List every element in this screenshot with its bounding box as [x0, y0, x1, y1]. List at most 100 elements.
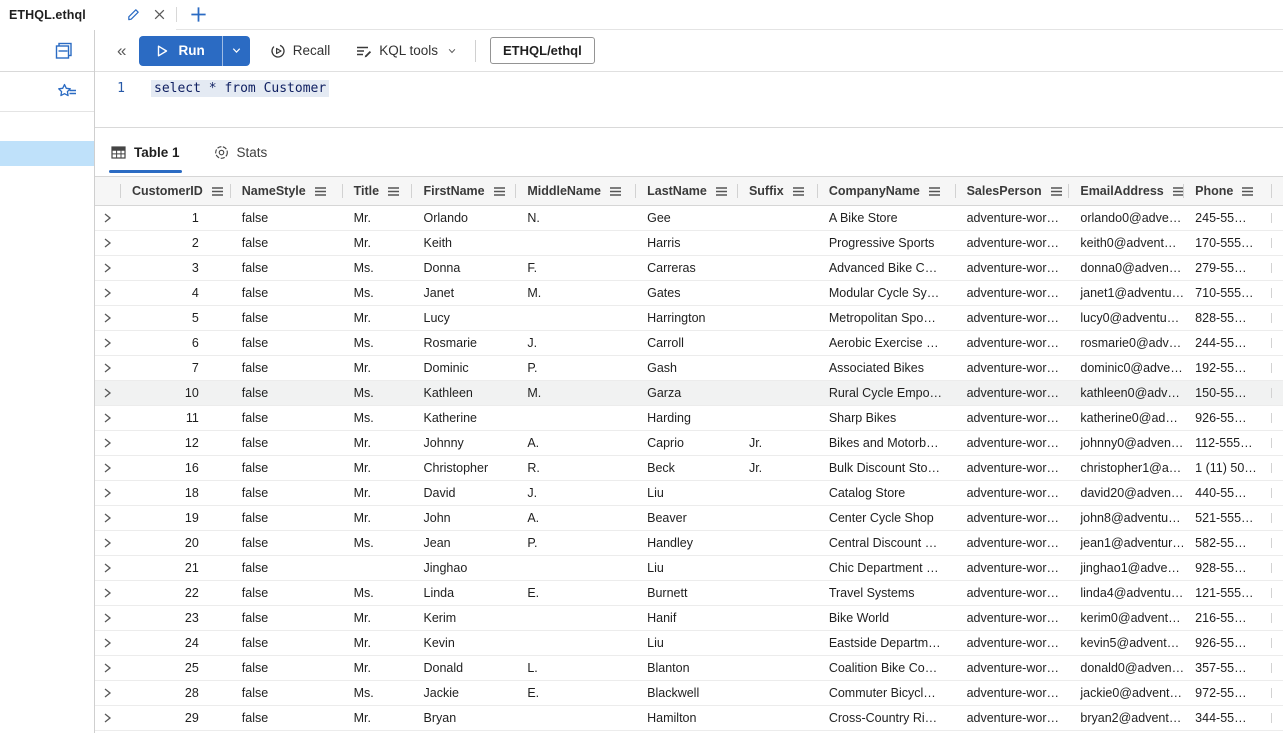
- pencil-icon[interactable]: [126, 7, 141, 22]
- sidebar-selected-item[interactable]: [0, 141, 94, 166]
- cell-namestyle: false: [230, 231, 342, 255]
- header-cell-lastname[interactable]: LastName: [635, 177, 737, 205]
- table-row[interactable]: 20falseMs.JeanP.HandleyCentral Discount …: [95, 531, 1283, 556]
- tab-stats[interactable]: Stats: [212, 128, 270, 176]
- table-row[interactable]: 12falseMr.JohnnyA.CaprioJr.Bikes and Mot…: [95, 431, 1283, 456]
- table-row[interactable]: 16falseMr.ChristopherR.BeckJr.Bulk Disco…: [95, 456, 1283, 481]
- table-row[interactable]: 4falseMs.JanetM.GatesModular Cycle Sy…ad…: [95, 281, 1283, 306]
- table-row[interactable]: 21falseJinghaoLiuChic Department …advent…: [95, 556, 1283, 581]
- cluster-database-badge[interactable]: ETHQL/ethql: [490, 37, 595, 64]
- column-menu-icon[interactable]: [493, 186, 506, 197]
- tab-ethql[interactable]: ETHQL.ethql: [0, 0, 176, 30]
- table-row[interactable]: 11falseMs.KatherineHardingSharp Bikesadv…: [95, 406, 1283, 431]
- table-row[interactable]: 6falseMs.RosmarieJ.CarrollAerobic Exerci…: [95, 331, 1283, 356]
- row-expander-icon[interactable]: [95, 356, 120, 380]
- collapse-panel-button[interactable]: «: [113, 40, 130, 61]
- table-row[interactable]: 19falseMr.JohnA.BeaverCenter Cycle Shopa…: [95, 506, 1283, 531]
- close-icon[interactable]: [153, 8, 166, 21]
- row-expander-icon[interactable]: [95, 581, 120, 605]
- table-row[interactable]: 23falseMr.KerimHanifBike Worldadventure-…: [95, 606, 1283, 631]
- header-cell-firstname[interactable]: FirstName: [411, 177, 515, 205]
- cell-customerid: 3: [120, 256, 230, 280]
- row-expander-icon[interactable]: [95, 556, 120, 580]
- cell-title: Mr.: [342, 606, 412, 630]
- row-expander-icon[interactable]: [95, 531, 120, 555]
- column-menu-icon[interactable]: [387, 186, 400, 197]
- column-menu-icon[interactable]: [1241, 186, 1254, 197]
- header-cell-namestyle[interactable]: NameStyle: [230, 177, 342, 205]
- row-expander-icon[interactable]: [95, 256, 120, 280]
- run-options-dropdown[interactable]: [223, 36, 250, 66]
- header-cell-suffix[interactable]: Suffix: [737, 177, 817, 205]
- cell-middlename: P.: [515, 356, 635, 380]
- row-expander-icon[interactable]: [95, 431, 120, 455]
- kql-tools-button[interactable]: KQL tools: [350, 39, 462, 63]
- column-menu-icon[interactable]: [211, 186, 224, 197]
- row-expander-icon[interactable]: [95, 281, 120, 305]
- table-row[interactable]: 7falseMr.DominicP.GashAssociated Bikesad…: [95, 356, 1283, 381]
- row-expander-icon[interactable]: [95, 306, 120, 330]
- header-cell-phone[interactable]: Phone: [1183, 177, 1271, 205]
- table-row[interactable]: 3falseMs.DonnaF.CarrerasAdvanced Bike C……: [95, 256, 1283, 281]
- row-expander-icon[interactable]: [95, 406, 120, 430]
- results-grid: CustomerIDNameStyleTitleFirstNameMiddleN…: [95, 176, 1283, 733]
- row-expander-icon[interactable]: [95, 656, 120, 680]
- column-menu-icon[interactable]: [928, 186, 941, 197]
- row-expander-icon[interactable]: [95, 506, 120, 530]
- tab-table-1[interactable]: Table 1: [109, 128, 182, 176]
- table-row[interactable]: 2falseMr.KeithHarrisProgressive Sportsad…: [95, 231, 1283, 256]
- header-cell-salesperson[interactable]: SalesPerson: [955, 177, 1069, 205]
- header-cell-companyname[interactable]: CompanyName: [817, 177, 955, 205]
- row-expander-icon[interactable]: [95, 681, 120, 705]
- table-row[interactable]: 5falseMr.LucyHarringtonMetropolitan Spo……: [95, 306, 1283, 331]
- header-cell-title[interactable]: Title: [342, 177, 412, 205]
- recall-icon: [270, 43, 286, 59]
- app-window: ETHQL.ethql: [0, 0, 1283, 733]
- row-expander-icon[interactable]: [95, 381, 120, 405]
- column-menu-icon[interactable]: [609, 186, 622, 197]
- header-cell-customerid[interactable]: CustomerID: [120, 177, 230, 205]
- row-expander-icon[interactable]: [95, 606, 120, 630]
- cell-phone: 216-55…: [1183, 606, 1271, 630]
- row-expander-icon[interactable]: [95, 456, 120, 480]
- row-expander-icon[interactable]: [95, 231, 120, 255]
- panel-toggle-icon[interactable]: [54, 41, 74, 61]
- new-tab-button[interactable]: [177, 0, 219, 29]
- cell-suffix: Jr.: [737, 431, 817, 455]
- query-editor[interactable]: 1 select * from Customer: [95, 72, 1283, 128]
- table-row[interactable]: 22falseMs.LindaE.BurnettTravel Systemsad…: [95, 581, 1283, 606]
- cell-firstname: Christopher: [412, 456, 516, 480]
- header-cell-emailaddress[interactable]: EmailAddress: [1068, 177, 1183, 205]
- table-row[interactable]: 18falseMr.DavidJ.LiuCatalog Storeadventu…: [95, 481, 1283, 506]
- header-cell-expander: [95, 177, 120, 205]
- table-row[interactable]: 25falseMr.DonaldL.BlantonCoalition Bike …: [95, 656, 1283, 681]
- query-text[interactable]: select * from Customer: [151, 80, 329, 97]
- row-expander-icon[interactable]: [95, 631, 120, 655]
- table-row[interactable]: 29falseMr.BryanHamiltonCross-Country Ri……: [95, 706, 1283, 731]
- cell-suffix: [737, 306, 817, 330]
- cell-phone: 357-55…: [1183, 656, 1271, 680]
- column-menu-icon[interactable]: [715, 186, 728, 197]
- play-icon: [155, 44, 169, 58]
- header-cell-middlename[interactable]: MiddleName: [515, 177, 635, 205]
- column-menu-icon[interactable]: [792, 186, 805, 197]
- cell-salesperson: adventure-wor…: [955, 331, 1069, 355]
- run-button[interactable]: Run: [139, 36, 221, 66]
- cell-lastname: Harris: [635, 231, 737, 255]
- column-menu-icon[interactable]: [1050, 186, 1063, 197]
- row-expander-icon[interactable]: [95, 706, 120, 730]
- table-row[interactable]: 28falseMs.JackieE.BlackwellCommuter Bicy…: [95, 681, 1283, 706]
- row-expander-icon[interactable]: [95, 331, 120, 355]
- recall-button[interactable]: Recall: [265, 39, 336, 63]
- cell-lastname: Liu: [635, 481, 737, 505]
- cell-title: Mr.: [342, 306, 412, 330]
- favorites-list-icon[interactable]: [57, 83, 78, 100]
- column-menu-icon[interactable]: [1172, 186, 1183, 197]
- table-row[interactable]: 1falseMr.OrlandoN.GeeA Bike Storeadventu…: [95, 206, 1283, 231]
- cell-filler: [1271, 481, 1283, 505]
- row-expander-icon[interactable]: [95, 206, 120, 230]
- table-row[interactable]: 10falseMs.KathleenM.GarzaRural Cycle Emp…: [95, 381, 1283, 406]
- column-menu-icon[interactable]: [314, 186, 327, 197]
- table-row[interactable]: 24falseMr.KevinLiuEastside Departm…adven…: [95, 631, 1283, 656]
- row-expander-icon[interactable]: [95, 481, 120, 505]
